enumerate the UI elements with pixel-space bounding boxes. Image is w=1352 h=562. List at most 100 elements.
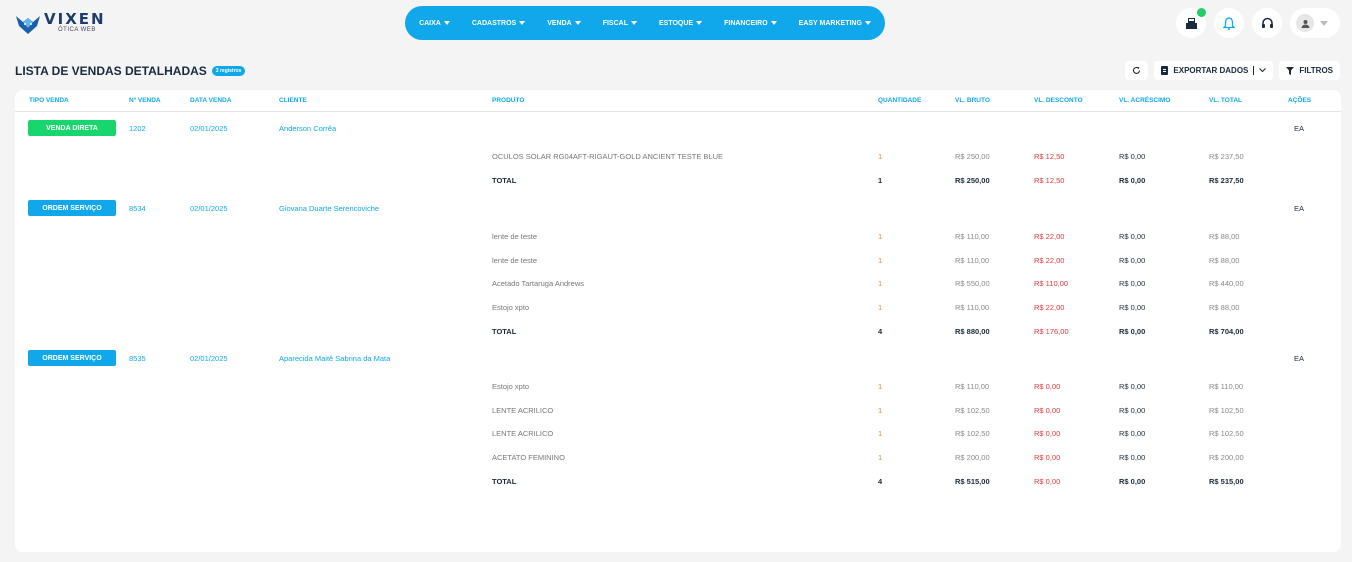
product-name: OCULOS SOLAR RG04AFT-RIGAUT-GOLD ANCIENT… — [492, 152, 724, 161]
column-header[interactable]: VL. BRUTO — [955, 97, 990, 104]
client-name[interactable]: Giovana Duarte Serencoviche — [279, 204, 379, 213]
quantity: 1 — [878, 429, 883, 439]
column-header[interactable]: PRODUTO — [492, 97, 524, 104]
export-label: EXPORTAR DADOS — [1173, 66, 1249, 75]
discount-value: R$ 0,00 — [1034, 382, 1061, 391]
export-data-button[interactable]: EXPORTAR DADOS — [1154, 61, 1274, 80]
surcharge-value: R$ 0,00 — [1119, 255, 1146, 265]
actions-menu[interactable]: EA — [1294, 124, 1304, 133]
column-header[interactable]: TIPO VENDA — [29, 97, 69, 104]
total-quantity: 1 — [878, 175, 883, 185]
column-header[interactable]: CLIENTE — [279, 97, 307, 104]
gross-value: R$ 110,00 — [955, 303, 990, 313]
nav-item-label: EASY MARKETING — [798, 19, 862, 27]
total-value: R$ 515,00 — [1209, 476, 1244, 486]
actions-menu[interactable]: EA — [1294, 204, 1304, 213]
column-header[interactable]: Nº VENDA — [129, 97, 161, 104]
quantity: 1 — [878, 255, 883, 265]
headset-icon — [1261, 17, 1273, 28]
product-name: Estojo xpto — [492, 382, 530, 391]
surcharge-value: R$ 0,00 — [1119, 279, 1146, 289]
nav-item-estoque[interactable]: ESTOQUE — [648, 20, 713, 27]
support-button[interactable] — [1252, 8, 1282, 38]
caret-down-icon — [519, 21, 526, 25]
surcharge-value: R$ 0,00 — [1119, 152, 1146, 161]
caret-down-icon — [443, 21, 450, 25]
sale-number[interactable]: 1202 — [129, 124, 146, 133]
column-header[interactable]: VL. DESCONTO — [1034, 97, 1083, 104]
chevron-down-icon — [1259, 68, 1267, 73]
notifications-button[interactable] — [1214, 8, 1244, 38]
gross-value: R$ 550,00 — [955, 279, 990, 289]
chevron-down-icon — [1320, 20, 1328, 26]
nav-item-venda[interactable]: VENDA — [536, 20, 592, 27]
page-title: LISTA DE VENDAS DETALHADAS 3 registros — [15, 64, 246, 78]
refresh-button[interactable] — [1125, 61, 1149, 80]
sale-number[interactable]: 8534 — [129, 204, 146, 213]
column-header[interactable]: VL. ACRÉSCIMO — [1119, 97, 1170, 104]
sale-number[interactable]: 8535 — [129, 354, 146, 363]
product-name: lente de teste — [492, 232, 538, 241]
surcharge-value: R$ 0,00 — [1119, 232, 1146, 241]
main-nav: CAIXA CADASTROS VENDA FISCAL ESTOQUE FINANCEI… — [405, 6, 885, 40]
nav-item-label: FISCAL — [602, 19, 628, 27]
export-icon — [1161, 66, 1169, 75]
product-name: LENTE ACRILICO — [492, 429, 554, 439]
page-actions: EXPORTAR DADOS FILTROS — [1125, 61, 1340, 80]
cash-register-button[interactable] — [1176, 8, 1206, 38]
nav-item-caixa[interactable]: CAIXA — [408, 20, 461, 27]
discount-value: R$ 0,00 — [1034, 405, 1061, 415]
user-icon — [1301, 19, 1309, 28]
top-icons — [1176, 8, 1340, 38]
total-label: TOTAL — [492, 175, 517, 185]
column-header[interactable]: QUANTIDADE — [878, 97, 921, 104]
nav-item-easy-marketing[interactable]: EASY MARKETING — [788, 20, 882, 27]
column-header[interactable]: AÇÕES — [1288, 97, 1311, 104]
nav-item-financeiro[interactable]: FINANCEIRO — [713, 20, 788, 27]
gross-value: R$ 102,50 — [955, 405, 990, 415]
client-name[interactable]: Aparecida Maitê Sabrina da Mata — [279, 354, 390, 363]
column-header[interactable]: VL. TOTAL — [1209, 97, 1242, 104]
nav-item-cadastros[interactable]: CADASTROS — [461, 20, 536, 27]
brand-logo[interactable]: VIXEN ÓTICA WEB — [14, 10, 114, 38]
nav-item-fiscal[interactable]: FISCAL — [592, 20, 648, 27]
total-gross: R$ 515,00 — [955, 476, 990, 486]
total-discount: R$ 176,00 — [1034, 326, 1069, 336]
gross-value: R$ 110,00 — [955, 255, 990, 265]
total-surcharge: R$ 0,00 — [1119, 175, 1146, 185]
discount-value: R$ 22,00 — [1034, 303, 1065, 313]
total-value: R$ 704,00 — [1209, 326, 1244, 336]
gross-value: R$ 102,50 — [955, 429, 990, 439]
client-name[interactable]: Anderson Corrêa — [279, 124, 336, 133]
total-value: R$ 237,50 — [1209, 175, 1244, 185]
total-gross: R$ 880,00 — [955, 326, 990, 336]
nav-item-label: CAIXA — [419, 19, 441, 27]
product-name: Estojo xpto — [492, 303, 530, 313]
discount-value: R$ 110,00 — [1034, 279, 1069, 289]
surcharge-value: R$ 0,00 — [1119, 405, 1146, 415]
total-quantity: 4 — [878, 326, 883, 336]
caret-down-icon — [770, 21, 777, 25]
caret-down-icon — [864, 21, 871, 25]
nav-item-label: FINANCEIRO — [724, 19, 768, 27]
quantity: 1 — [878, 279, 883, 289]
column-header[interactable]: DATA VENDA — [190, 97, 231, 104]
avatar — [1296, 14, 1314, 32]
discount-value: R$ 22,00 — [1034, 255, 1065, 265]
actions-menu[interactable]: EA — [1294, 354, 1304, 363]
quantity: 1 — [878, 232, 883, 241]
table-header: TIPO VENDA Nº VENDA DATA VENDA CLIENTE PRODU… — [15, 94, 1341, 112]
gross-value: R$ 110,00 — [955, 382, 990, 391]
total-label: TOTAL — [492, 326, 517, 336]
product-name: Acetado Tartaruga Andrews — [492, 279, 585, 289]
filters-label: FILTROS — [1299, 66, 1333, 75]
cash-register-icon — [1185, 17, 1197, 29]
filters-button[interactable]: FILTROS — [1279, 61, 1340, 80]
brand-subtitle: ÓTICA WEB — [58, 27, 96, 33]
surcharge-value: R$ 0,00 — [1119, 453, 1146, 463]
total-value: R$ 102,50 — [1209, 429, 1244, 439]
user-menu[interactable] — [1290, 8, 1340, 38]
total-label: TOTAL — [492, 476, 517, 486]
surcharge-value: R$ 0,00 — [1119, 429, 1146, 439]
sale-type-badge: VENDA DIRETA — [28, 120, 116, 136]
